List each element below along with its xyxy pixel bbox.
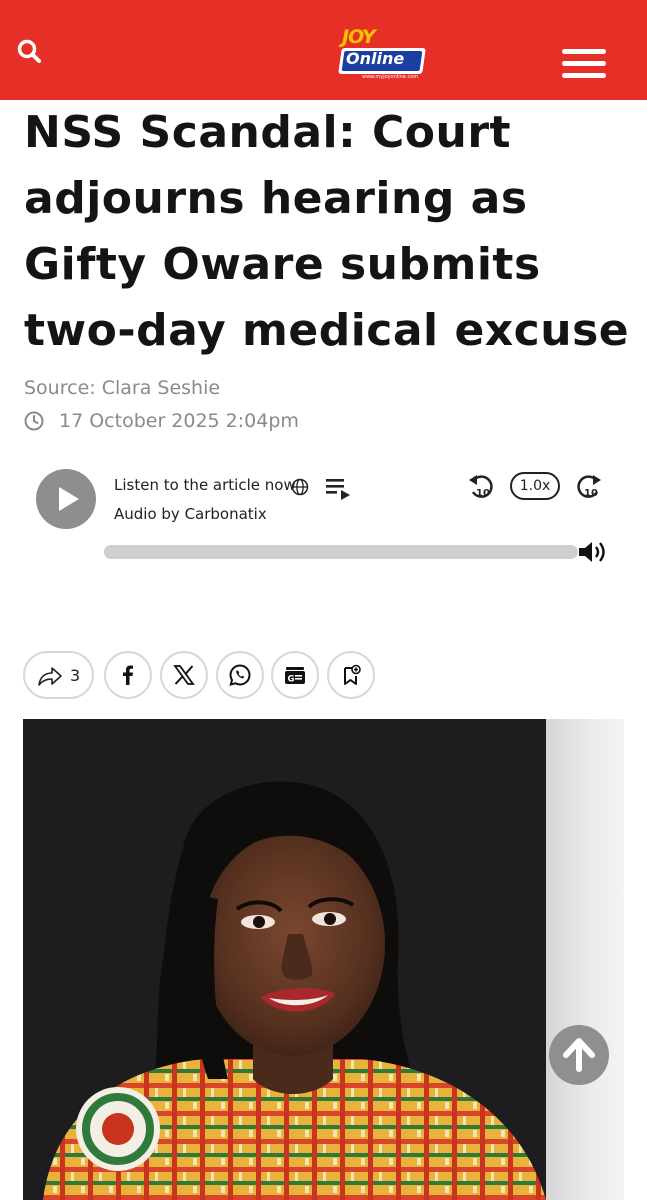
search-button[interactable] xyxy=(14,36,46,68)
article-source: Source: Clara Seshie xyxy=(24,377,220,399)
svg-text:10: 10 xyxy=(584,488,598,499)
arrow-up-icon xyxy=(563,1038,595,1072)
joy-online-logo[interactable]: JOY Online www.myjoyonline.com xyxy=(332,26,428,84)
whatsapp-icon xyxy=(229,664,251,686)
globe-icon[interactable] xyxy=(291,478,309,496)
share-count: 3 xyxy=(70,666,81,685)
article-title: NSS Scandal: Court adjourns hearing as G… xyxy=(24,100,634,364)
google-news-icon: G xyxy=(285,667,305,685)
article-date-row: 17 October 2025 2:04pm xyxy=(24,408,299,434)
google-news-button[interactable]: G xyxy=(271,651,319,699)
svg-text:G: G xyxy=(288,675,295,685)
logo-url-text: www.myjoyonline.com xyxy=(362,74,419,80)
article-date: 17 October 2025 2:04pm xyxy=(59,410,299,432)
image-side-panel xyxy=(546,719,624,1200)
scroll-to-top-button[interactable] xyxy=(549,1025,609,1085)
portrait-illustration xyxy=(23,719,546,1200)
whatsapp-share-button[interactable] xyxy=(216,651,264,699)
logo-online-text: Online xyxy=(346,49,405,68)
share-button[interactable]: 3 xyxy=(23,651,94,699)
menu-button[interactable] xyxy=(562,49,606,79)
rewind-10-icon[interactable]: 10 xyxy=(466,471,496,501)
forward-10-icon[interactable]: 10 xyxy=(574,471,604,501)
hamburger-menu-icon xyxy=(562,49,606,54)
site-header: JOY Online www.myjoyonline.com xyxy=(0,0,647,100)
title-line: two-day medical excuse xyxy=(24,305,630,356)
facebook-icon xyxy=(123,665,133,685)
play-button[interactable] xyxy=(36,469,96,529)
share-arrow-icon xyxy=(38,667,62,686)
svg-text:10: 10 xyxy=(476,488,490,499)
x-share-button[interactable] xyxy=(160,651,208,699)
clock-icon xyxy=(24,411,44,431)
title-line: Gifty Oware submits xyxy=(24,239,541,290)
title-line: adjourns hearing as xyxy=(24,173,528,224)
playlist-icon[interactable] xyxy=(324,476,352,502)
title-line: NSS Scandal: Court xyxy=(24,107,512,158)
search-icon xyxy=(17,39,41,63)
facebook-share-button[interactable] xyxy=(104,651,152,699)
playback-speed-button[interactable]: 1.0x xyxy=(510,472,560,500)
listen-label: Listen to the article now xyxy=(114,476,296,494)
logo-joy-text: JOY xyxy=(342,26,376,48)
source-name: Clara Seshie xyxy=(101,377,221,399)
source-label: Source: xyxy=(24,377,96,399)
save-bookmark-button[interactable] xyxy=(327,651,375,699)
volume-icon[interactable] xyxy=(577,539,609,565)
x-icon xyxy=(173,665,195,685)
article-hero-image xyxy=(23,719,546,1200)
bookmark-add-icon xyxy=(344,664,361,685)
audio-by-label: Audio by Carbonatix xyxy=(114,505,267,523)
audio-progress-bar[interactable] xyxy=(104,545,578,559)
